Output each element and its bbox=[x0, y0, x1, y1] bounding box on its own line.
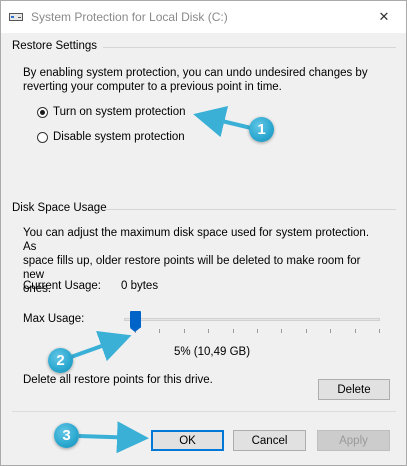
arrow-2 bbox=[70, 331, 132, 362]
annotation-arrows bbox=[70, 106, 252, 454]
annotation-badge-1: 1 bbox=[249, 117, 274, 142]
arrow-3 bbox=[78, 421, 149, 454]
annotation-badge-2: 2 bbox=[48, 348, 73, 373]
annotation-badge-3: 3 bbox=[54, 423, 79, 448]
system-protection-dialog: System Protection for Local Disk (C:) ✕ … bbox=[0, 0, 407, 466]
arrow-1 bbox=[193, 106, 252, 138]
